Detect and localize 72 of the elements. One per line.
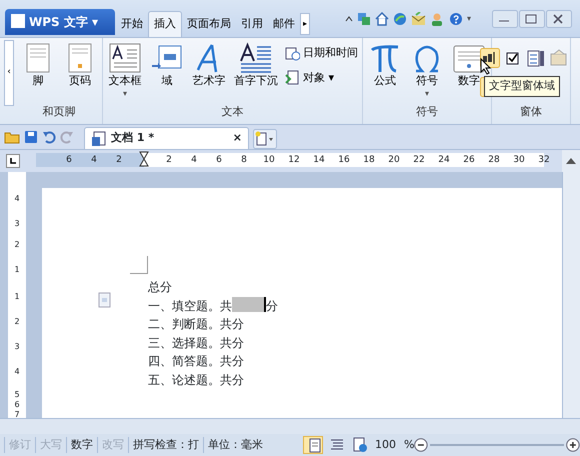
status-item: 修订 <box>4 436 35 454</box>
status-item: 改写 <box>97 436 128 454</box>
ruler-number: 26 <box>463 154 475 167</box>
ruler-number: 2 <box>13 240 21 249</box>
ruler-number: 3 <box>13 342 21 351</box>
document-line: 四、简答题。共分 <box>148 353 245 370</box>
document-text: 分 <box>266 298 278 312</box>
group-label: 符号 <box>415 104 439 120</box>
group-label: 文本 <box>220 104 244 120</box>
ribbon-tab[interactable]: 插入 <box>148 11 182 37</box>
ribbon-tab[interactable]: 页面布局 <box>182 11 236 37</box>
ribbon-button[interactable]: 文本框 ▾ <box>105 42 145 104</box>
document-tab[interactable]: 文档 1 * × <box>84 127 249 149</box>
tab-close-button[interactable]: × <box>232 130 242 147</box>
ribbon-button[interactable]: 域 <box>147 42 187 104</box>
ruler-number: 30 <box>513 154 525 167</box>
ribbon-button[interactable]: 艺术字 <box>189 42 229 104</box>
document-line: 总分 <box>148 279 173 296</box>
help-caret[interactable]: ▾ <box>467 13 472 25</box>
status-item: 拼写检查：打 <box>128 436 203 454</box>
tooltip: 文字型窗体域 <box>484 76 560 96</box>
ruler-number: 18 <box>363 154 375 167</box>
ruler-number: 14 <box>313 154 325 167</box>
ribbon-scroll-button[interactable]: ‹ <box>4 40 14 106</box>
ribbon-button[interactable]: 脚 <box>18 42 58 104</box>
ruler-number: 20 <box>388 154 400 167</box>
ruler-number: 4 <box>191 154 197 167</box>
ribbon-tab[interactable]: 邮件 <box>268 11 300 37</box>
ribbon-button[interactable]: 日期和时间 <box>283 44 360 62</box>
app-menu-button[interactable]: WPS 文字 ▾ <box>5 9 115 35</box>
status-item: 单位：毫米 <box>203 436 267 454</box>
ruler-number: 6 <box>216 154 222 167</box>
ribbon-button[interactable]: 首字下沉 <box>231 42 281 104</box>
document-line: 三、选择题。共分 <box>148 334 245 352</box>
ribbon-button[interactable]: 符号 ▾ <box>407 42 447 104</box>
ruler-number: 6 <box>66 154 72 167</box>
zoom-unit: % <box>404 436 414 453</box>
ribbon-button[interactable]: 公式 <box>365 42 405 104</box>
ruler-number: 7 <box>13 410 21 419</box>
document-line: 二、判断题。共分 <box>148 316 245 333</box>
ribbon-button[interactable]: 对象 ▾ <box>283 68 360 87</box>
ruler-number: 28 <box>488 154 500 167</box>
ruler-number: 24 <box>438 154 450 167</box>
zoom-value: 100 <box>375 436 396 453</box>
ribbon-tab[interactable]: 引用 <box>236 11 268 37</box>
ruler-number: 12 <box>288 154 300 167</box>
status-item: 大写 <box>35 436 66 454</box>
document-text: 一、填空题。共 <box>148 298 232 312</box>
ruler-number: 4 <box>13 194 21 203</box>
ruler-number: 6 <box>13 400 21 409</box>
tab-scroll-button[interactable]: ▸ <box>300 13 310 35</box>
document-title: 文档 1 * <box>111 130 154 146</box>
document-line: 五、论述题。共分 <box>148 372 245 388</box>
ribbon-button[interactable]: 页码 <box>60 42 100 104</box>
ruler-number: 1 <box>13 265 21 274</box>
ruler-number: 2 <box>13 317 21 326</box>
ruler-number: 5 <box>13 390 21 399</box>
group-label: 和页脚 <box>42 104 76 120</box>
status-item: 数字 <box>66 436 97 454</box>
ruler-number: 10 <box>263 154 275 167</box>
ruler-number: 3 <box>13 219 21 228</box>
ruler-number: 2 <box>166 154 172 167</box>
ruler-number: 1 <box>13 292 21 301</box>
ruler-number: 2 <box>116 154 122 167</box>
ruler-number: 32 <box>538 154 550 167</box>
ruler-number: 8 <box>241 154 247 167</box>
ruler-number: 22 <box>413 154 425 167</box>
ruler-number: 4 <box>91 154 97 167</box>
ruler-number: 16 <box>338 154 350 167</box>
ruler-number: 4 <box>13 367 21 376</box>
ribbon-tab[interactable]: 开始 <box>116 11 148 37</box>
group-label: 窗体 <box>519 104 543 120</box>
